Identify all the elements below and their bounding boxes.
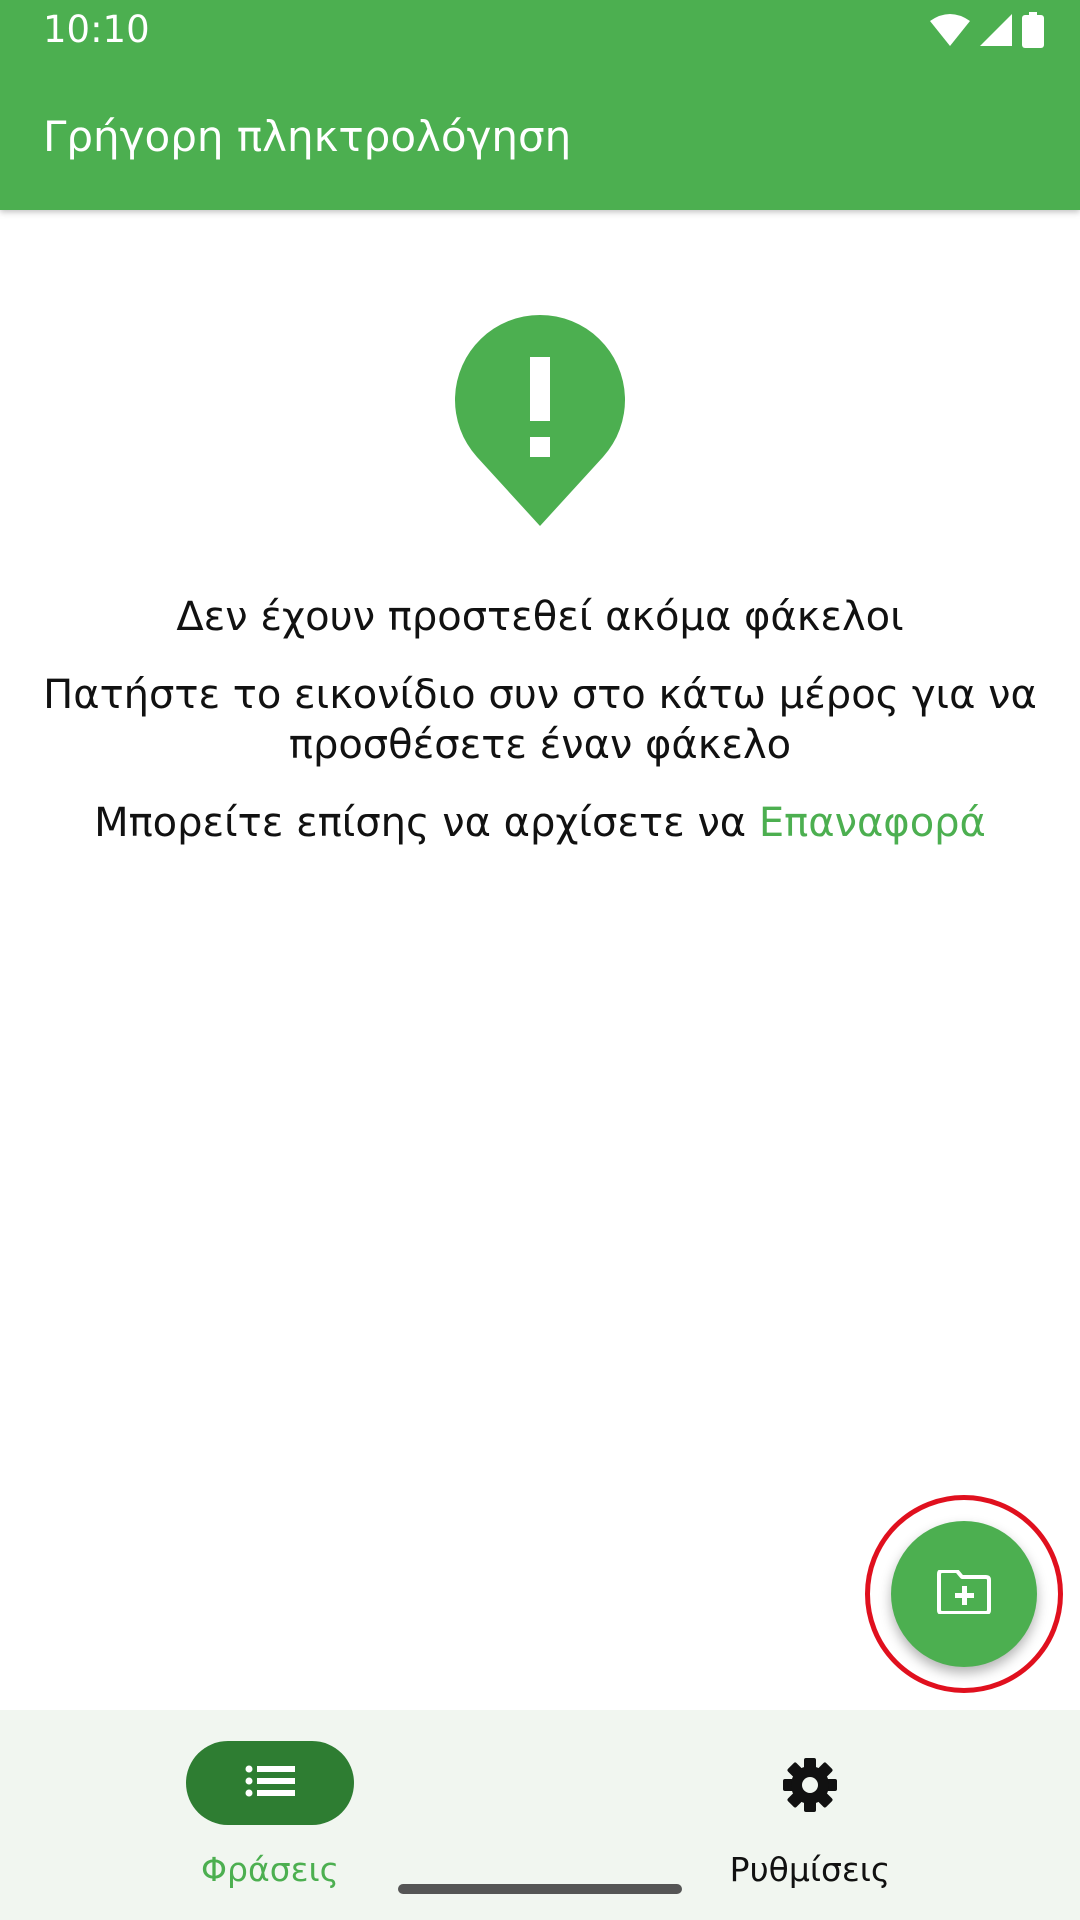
empty-instruction-line-2: προσθέσετε έναν φάκελο xyxy=(288,722,792,768)
signal-icon xyxy=(980,14,1012,50)
nav-active-indicator xyxy=(186,1741,354,1825)
gear-icon xyxy=(780,1755,840,1815)
add-folder-icon xyxy=(937,1569,991,1618)
home-indicator[interactable] xyxy=(398,1884,682,1894)
empty-instruction-line-1: Πατήστε το εικονίδιο συν στο κάτω μέρος … xyxy=(43,672,1037,718)
add-folder-button[interactable] xyxy=(891,1521,1037,1667)
page-title: Γρήγορη πληκτρολόγηση xyxy=(43,112,572,161)
alert-pin-icon xyxy=(455,313,625,526)
battery-icon xyxy=(1022,12,1044,52)
list-icon xyxy=(245,1765,295,1801)
empty-instruction: Πατήστε το εικονίδιο συν στο κάτω μέρος … xyxy=(40,670,1040,770)
empty-title: Δεν έχουν προστεθεί ακόμα φάκελοι xyxy=(176,594,904,640)
status-time: 10:10 xyxy=(43,8,150,51)
wifi-icon xyxy=(930,14,970,50)
status-icons xyxy=(930,12,1044,52)
restore-link[interactable]: Επαναφορά xyxy=(759,800,986,846)
restore-hint-text: Μπορείτε επίσης να αρχίσετε να xyxy=(94,800,759,846)
app-bar: 10:10 Γρήγορη πληκτρολόγηση xyxy=(0,0,1080,210)
restore-hint: Μπορείτε επίσης να αρχίσετε να Επαναφορά xyxy=(40,798,1040,848)
